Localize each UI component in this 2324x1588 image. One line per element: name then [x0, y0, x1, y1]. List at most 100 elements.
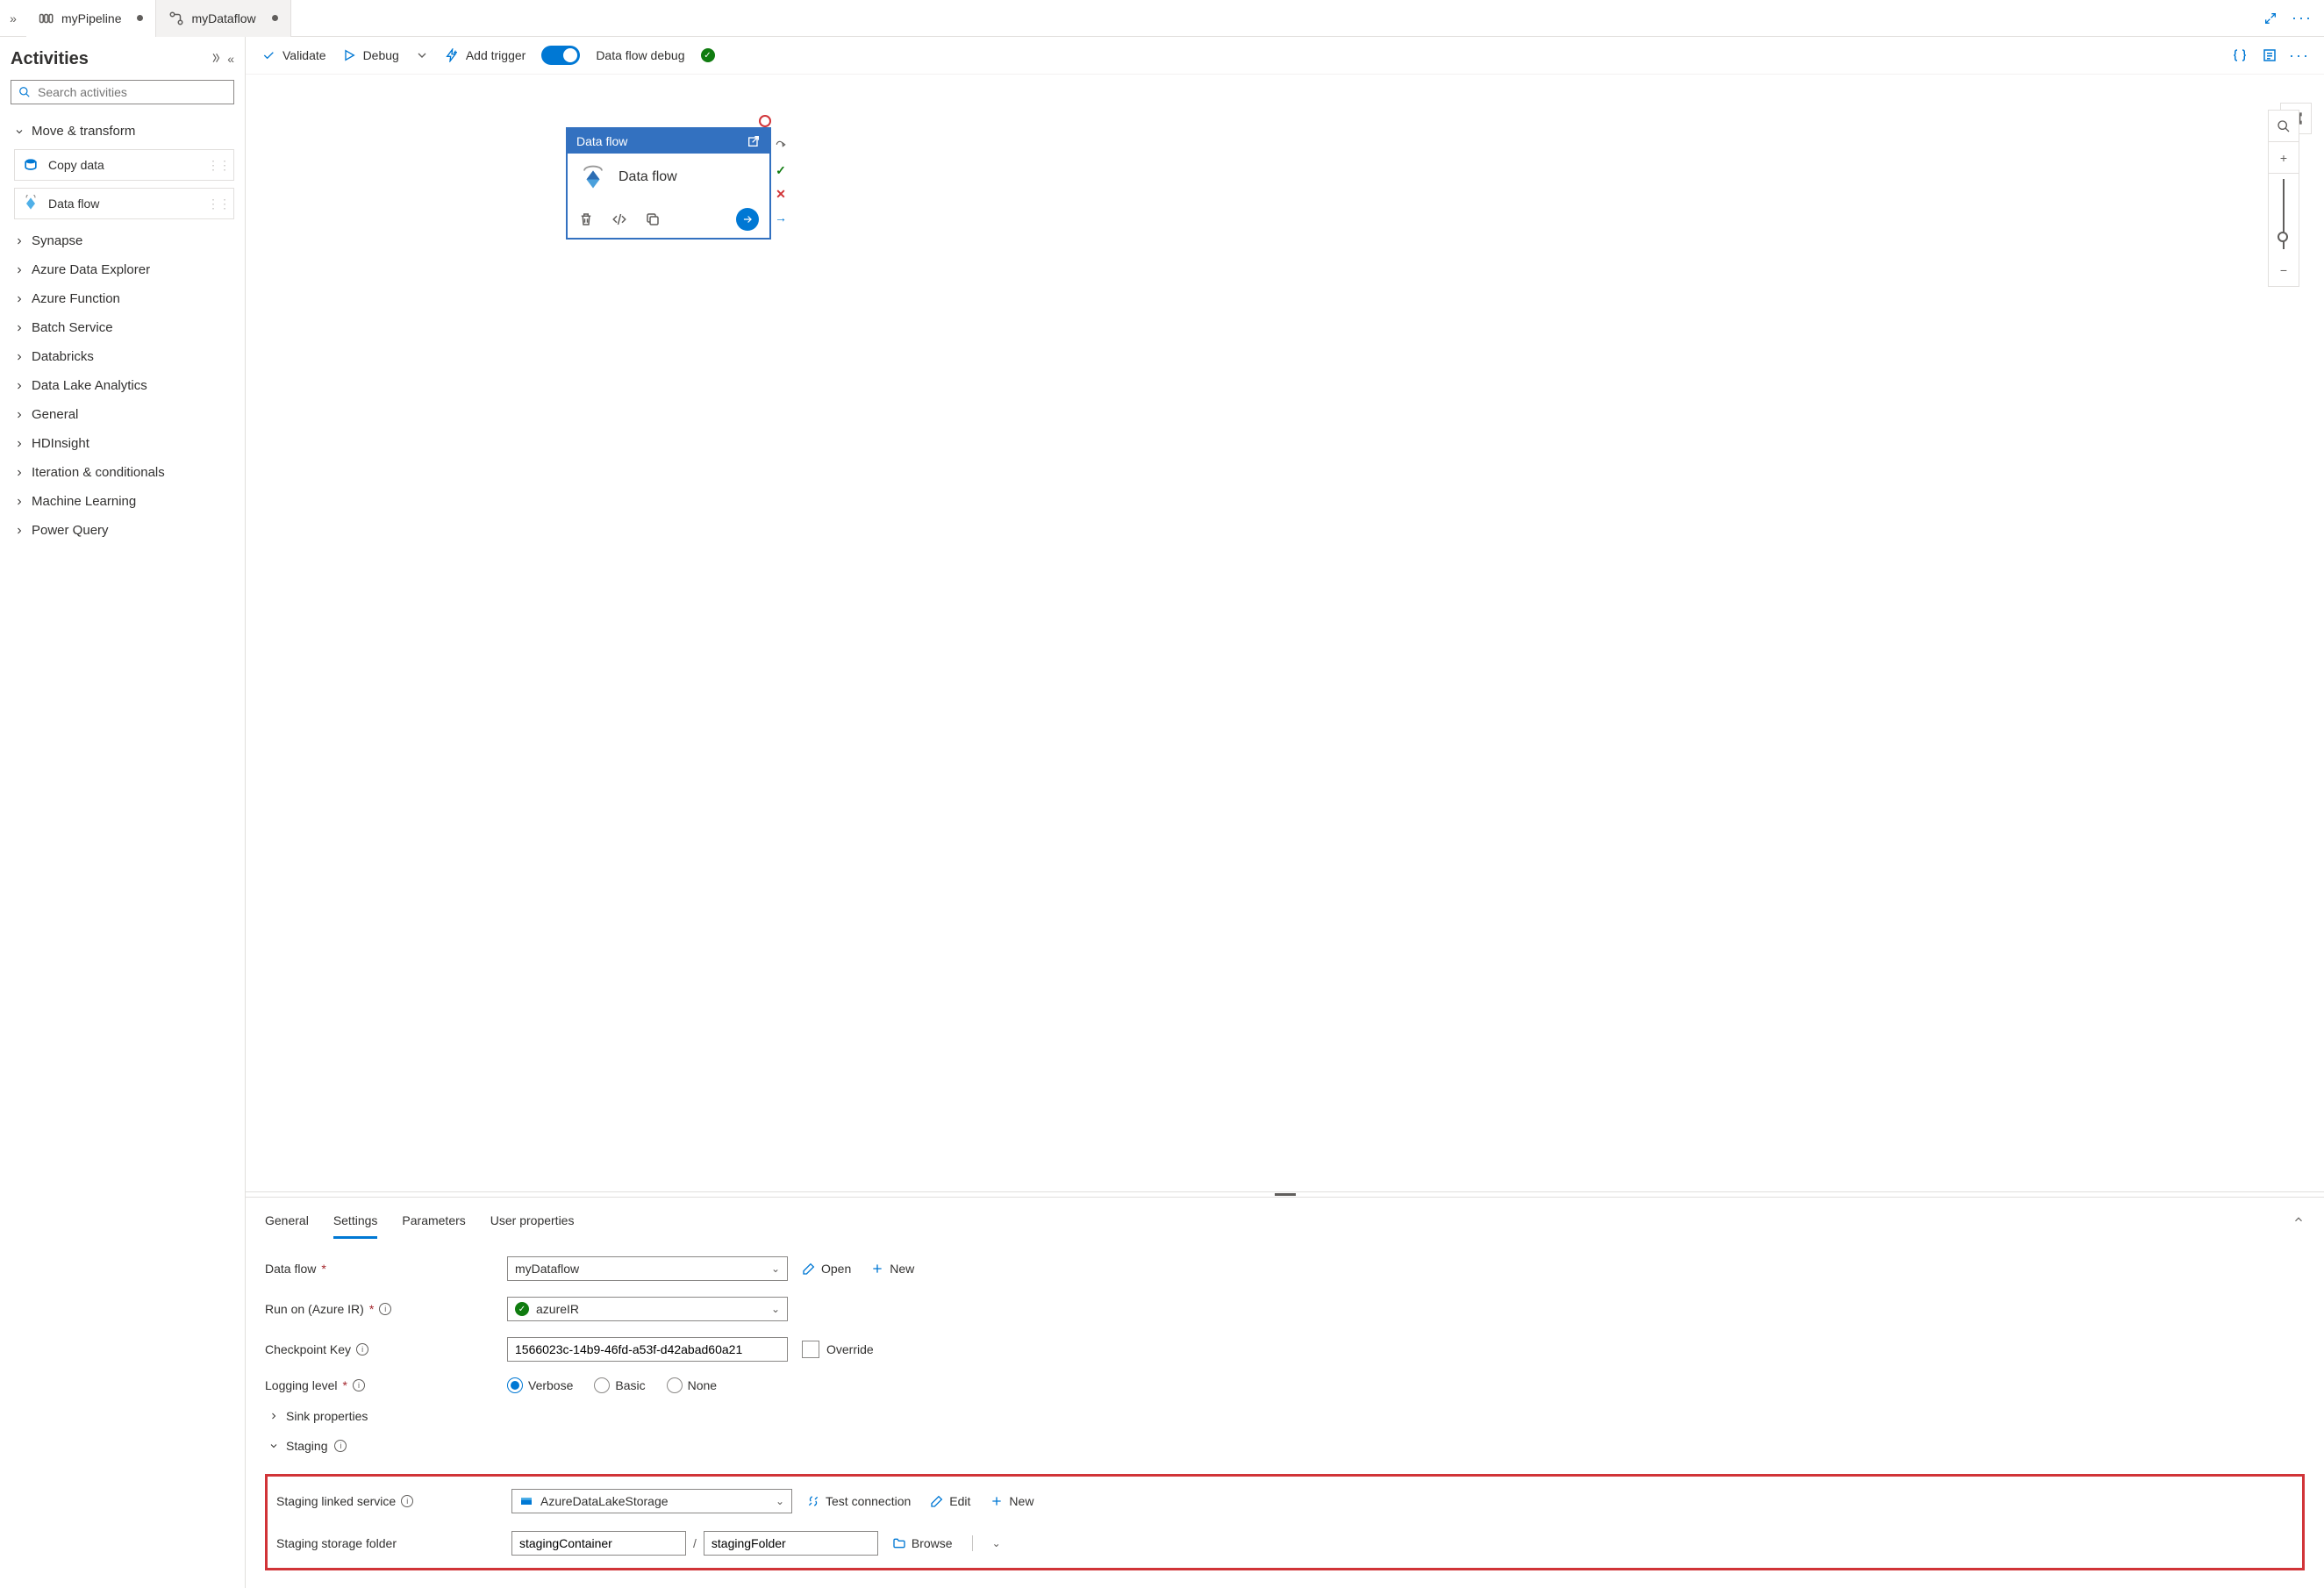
activity-copy-data[interactable]: Copy data ⋮⋮: [14, 149, 234, 181]
open-external-icon[interactable]: [747, 134, 761, 148]
logging-label: Logging level: [265, 1378, 338, 1392]
new-linked-button[interactable]: New: [990, 1494, 1033, 1508]
info-icon[interactable]: i: [356, 1343, 368, 1356]
info-icon[interactable]: i: [379, 1303, 391, 1315]
group-power-query[interactable]: Power Query: [11, 516, 234, 545]
group-iteration-conditionals[interactable]: Iteration & conditionals: [11, 458, 234, 487]
group-general[interactable]: General: [11, 400, 234, 429]
group-machine-learning[interactable]: Machine Learning: [11, 487, 234, 516]
clone-icon[interactable]: [645, 211, 661, 227]
add-trigger-button[interactable]: Add trigger: [445, 48, 526, 62]
logging-verbose-radio[interactable]: [507, 1377, 523, 1393]
logging-none-radio[interactable]: [667, 1377, 683, 1393]
browse-button[interactable]: Browse: [892, 1536, 953, 1550]
status-ok-icon: ✓: [515, 1302, 529, 1316]
connection-icon: [806, 1494, 820, 1508]
info-icon[interactable]: i: [334, 1440, 347, 1452]
edit-linked-button[interactable]: Edit: [930, 1494, 970, 1508]
tab-user-properties[interactable]: User properties: [490, 1208, 575, 1239]
staging-folder-input[interactable]: [704, 1531, 878, 1556]
sink-properties-section[interactable]: Sink properties: [265, 1409, 2305, 1423]
node-title: Data flow: [619, 169, 677, 185]
folder-icon: [892, 1536, 906, 1550]
pipeline-canvas[interactable]: Data flow Data flow: [246, 75, 2324, 1191]
delete-icon[interactable]: [578, 211, 594, 227]
tabs-expand-icon[interactable]: »: [0, 11, 26, 25]
chevron-down-icon: [268, 1441, 279, 1451]
maximize-icon[interactable]: [2261, 9, 2280, 28]
search-activities-field[interactable]: [38, 85, 226, 99]
dataflow-activity-icon: [22, 195, 39, 212]
required-asterisk-icon: *: [369, 1302, 374, 1316]
pencil-icon: [930, 1494, 944, 1508]
drag-grip-icon: ⋮⋮: [207, 197, 230, 211]
staging-linked-select[interactable]: AzureDataLakeStorage ⌄: [511, 1489, 792, 1513]
override-checkbox[interactable]: [802, 1341, 819, 1358]
tab-pipeline-label: myPipeline: [61, 11, 121, 25]
tab-general[interactable]: General: [265, 1208, 309, 1239]
dataflow-label: Data flow: [265, 1262, 316, 1276]
node-next-icon[interactable]: [736, 208, 759, 231]
open-button[interactable]: Open: [802, 1262, 851, 1276]
storage-icon: [519, 1494, 533, 1508]
group-databricks[interactable]: Databricks: [11, 342, 234, 371]
dataflow-node-icon: [580, 164, 606, 190]
checkpoint-input[interactable]: [507, 1337, 788, 1362]
code-braces-icon[interactable]: [2231, 46, 2249, 64]
debug-dropdown[interactable]: [415, 48, 429, 62]
node-header-title: Data flow: [576, 134, 627, 148]
group-batch-service[interactable]: Batch Service: [11, 313, 234, 342]
staging-container-input[interactable]: [511, 1531, 686, 1556]
info-icon[interactable]: i: [353, 1379, 365, 1391]
chevron-down-icon: [415, 48, 429, 62]
activity-data-flow[interactable]: Data flow ⋮⋮: [14, 188, 234, 219]
search-activities-input[interactable]: [11, 80, 234, 104]
group-azure-function[interactable]: Azure Function: [11, 284, 234, 313]
logging-basic-radio[interactable]: [594, 1377, 610, 1393]
new-dataflow-button[interactable]: New: [870, 1262, 914, 1276]
chevron-right-icon: [14, 468, 25, 478]
test-connection-button[interactable]: Test connection: [806, 1494, 911, 1508]
group-data-lake-analytics[interactable]: Data Lake Analytics: [11, 371, 234, 400]
panel-collapse-icon[interactable]: «: [227, 52, 234, 67]
toolbar-more-icon[interactable]: ···: [2291, 46, 2308, 64]
staging-linked-label: Staging linked service: [276, 1494, 396, 1508]
zoom-controls: + −: [2268, 110, 2299, 287]
dataflow-debug-toggle[interactable]: [541, 46, 580, 65]
zoom-search-icon[interactable]: [2269, 111, 2299, 142]
runon-label: Run on (Azure IR): [265, 1302, 364, 1316]
group-move-transform[interactable]: Move & transform: [11, 117, 234, 146]
staging-section[interactable]: Staging i: [265, 1439, 2305, 1453]
plus-icon: [990, 1494, 1004, 1508]
zoom-in-button[interactable]: +: [2269, 142, 2299, 174]
dataflow-node[interactable]: Data flow Data flow: [566, 127, 771, 240]
activities-panel: Activities « Move & transform: [0, 37, 246, 1588]
chevron-right-icon: [14, 497, 25, 507]
panel-chevrons-icon[interactable]: [210, 52, 222, 67]
tab-dataflow[interactable]: myDataflow: [156, 0, 290, 37]
group-azure-data-explorer[interactable]: Azure Data Explorer: [11, 255, 234, 284]
group-hdinsight[interactable]: HDInsight: [11, 429, 234, 458]
tab-parameters[interactable]: Parameters: [402, 1208, 465, 1239]
zoom-out-button[interactable]: −: [2269, 254, 2299, 286]
runon-select[interactable]: ✓azureIR ⌄: [507, 1297, 788, 1321]
chevron-right-icon: [14, 352, 25, 362]
dataflow-select[interactable]: myDataflow ⌄: [507, 1256, 788, 1281]
validate-button[interactable]: Validate: [261, 48, 326, 62]
more-icon[interactable]: ···: [2292, 9, 2312, 28]
node-connectors-icon: ✓ ✕ →: [774, 139, 788, 225]
debug-button[interactable]: Debug: [342, 48, 399, 62]
info-icon[interactable]: i: [401, 1495, 413, 1507]
tab-settings[interactable]: Settings: [333, 1208, 378, 1239]
browse-dropdown-icon[interactable]: ⌄: [992, 1537, 1001, 1549]
properties-icon[interactable]: [2261, 46, 2278, 64]
dataflow-icon: [168, 11, 184, 26]
chevron-right-icon: [14, 439, 25, 449]
code-icon[interactable]: [611, 211, 627, 227]
props-collapse-icon[interactable]: [2292, 1208, 2305, 1239]
chevron-right-icon: [14, 410, 25, 420]
zoom-slider[interactable]: [2283, 179, 2285, 249]
check-icon: [261, 48, 275, 62]
group-synapse[interactable]: Synapse: [11, 226, 234, 255]
tab-pipeline[interactable]: myPipeline: [26, 0, 156, 37]
